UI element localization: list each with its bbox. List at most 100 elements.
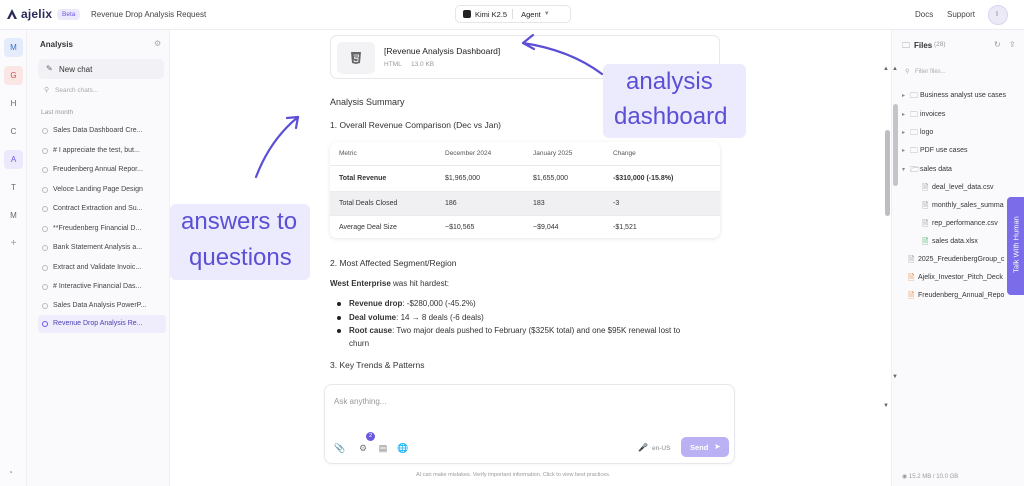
chat-icon bbox=[42, 265, 48, 271]
sidebar: Analysis ⚙ ✎ New chat ⚲ Search chats... … bbox=[27, 30, 170, 486]
folder-item[interactable]: ▸ 🗀 invoices bbox=[902, 109, 1022, 123]
chat-item-label: Contract Extraction and Su... bbox=[53, 205, 143, 212]
chat-item[interactable]: # Interactive Financial Das... bbox=[38, 278, 166, 296]
avatar[interactable]: I bbox=[988, 5, 1008, 25]
filter-files-input[interactable]: ⚲ Filter files... bbox=[902, 66, 1020, 80]
file-label: sales data.xlsx bbox=[932, 238, 978, 245]
chat-item[interactable]: Sales Data Dashboard Cre... bbox=[38, 122, 166, 140]
new-chat-button[interactable]: ✎ New chat bbox=[38, 59, 164, 79]
rail-item-t[interactable]: T bbox=[4, 178, 23, 197]
talk-with-human-label: Talk With Human bbox=[1011, 216, 1021, 273]
chat-item-label: Revenue Drop Analysis Re... bbox=[53, 320, 143, 327]
file-label: Freudenberg_Annual_Repo bbox=[918, 292, 1005, 299]
avatar-initial: I bbox=[996, 11, 998, 18]
folder-item[interactable]: ▸ 🗀 PDF use cases bbox=[902, 145, 1022, 159]
file-item[interactable]: 🗎 deal_level_data.csv bbox=[922, 182, 1024, 196]
rail-item-a[interactable]: A bbox=[4, 150, 23, 169]
chat-item[interactable]: Bank Statement Analysis a... bbox=[38, 239, 166, 257]
add-workspace-button[interactable]: + bbox=[4, 234, 23, 253]
chat-item-label: Sales Data Analysis PowerP... bbox=[53, 302, 147, 309]
search-placeholder: Search chats... bbox=[55, 87, 99, 94]
chat-item-active[interactable]: Revenue Drop Analysis Re... bbox=[38, 315, 166, 333]
folder-label: invoices bbox=[920, 111, 946, 118]
folder-item-open[interactable]: ▾ 🗁sales data bbox=[902, 164, 1022, 178]
collapse-icon[interactable]: ◔ bbox=[8, 468, 13, 477]
csv-file-icon: 🗎 bbox=[922, 219, 929, 228]
chat-icon bbox=[42, 167, 48, 173]
model-selector[interactable]: Kimi K2.5 Agent ▼ bbox=[455, 5, 571, 23]
chat-item[interactable]: Contract Extraction and Su... bbox=[38, 200, 166, 218]
section-label: Last month bbox=[41, 109, 74, 116]
chat-item-label: **Freudenberg Financial D... bbox=[53, 225, 142, 232]
pdf-file-icon: 🗎 bbox=[908, 291, 915, 300]
arrow-to-dashboard bbox=[521, 41, 604, 76]
ajelix-logo[interactable]: ajelix bbox=[5, 7, 52, 21]
support-link[interactable]: Support bbox=[947, 10, 975, 19]
scrollbar-thumb[interactable] bbox=[893, 104, 898, 186]
sidebar-title: Analysis bbox=[40, 40, 73, 49]
chat-item[interactable]: Sales Data Analysis PowerP... bbox=[38, 297, 166, 315]
upload-icon[interactable]: ⇪ bbox=[1009, 40, 1016, 49]
docs-link[interactable]: Docs bbox=[915, 10, 933, 19]
scroll-up-icon[interactable]: ▲ bbox=[883, 66, 889, 72]
chat-item[interactable]: Extract and Validate Invoic... bbox=[38, 259, 166, 277]
folder-item[interactable]: ▸ 🗀 logo bbox=[902, 127, 1022, 141]
mode-name: Agent bbox=[521, 9, 541, 19]
pptx-file-icon: 🗎 bbox=[908, 273, 915, 282]
folder-icon: 🗀 bbox=[902, 41, 910, 50]
chat-icon bbox=[42, 303, 48, 309]
file-label: deal_level_data.csv bbox=[932, 184, 994, 191]
chat-icon bbox=[42, 226, 48, 232]
gear-icon[interactable]: ⚙ bbox=[154, 39, 161, 48]
folder-icon: 🗀 bbox=[910, 146, 918, 155]
rail-item-h[interactable]: H bbox=[4, 94, 23, 113]
chat-item-label: # Interactive Financial Das... bbox=[53, 283, 142, 290]
pdf-file-icon: 🗎 bbox=[908, 255, 915, 264]
workspace-rail: M G H C A T M + ◔ bbox=[0, 30, 27, 486]
chat-item-label: Extract and Validate Invoic... bbox=[53, 264, 142, 271]
search-icon: ⚲ bbox=[44, 87, 50, 94]
folder-icon: 🗀 bbox=[910, 128, 918, 137]
folder-label: sales data bbox=[920, 166, 952, 173]
rail-item-m2[interactable]: M bbox=[4, 206, 23, 225]
files-title: 🗀 Files bbox=[902, 40, 932, 54]
folder-item[interactable]: ▸ 🗀 Business analyst use cases bbox=[902, 90, 1022, 104]
chat-icon bbox=[42, 321, 48, 327]
chat-item[interactable]: **Freudenberg Financial D... bbox=[38, 220, 166, 238]
search-chats-input[interactable]: ⚲ Search chats... bbox=[38, 83, 164, 99]
chevron-down-icon: ▼ bbox=[543, 11, 550, 17]
excel-file-icon: 🗎 bbox=[922, 237, 929, 246]
annotation-dashboard-line2: dashboard bbox=[614, 103, 728, 130]
logo-mark-icon bbox=[7, 9, 17, 19]
filter-placeholder: Filter files... bbox=[915, 69, 946, 75]
rail-item-m[interactable]: M bbox=[4, 38, 23, 57]
chat-icon bbox=[42, 245, 48, 251]
talk-with-human-button[interactable]: Talk With Human bbox=[1007, 197, 1024, 295]
divider bbox=[512, 9, 514, 19]
chevron-down-icon: ▾ bbox=[902, 167, 906, 173]
file-label: 2025_FreudenbergGroup_c bbox=[918, 256, 1005, 263]
kimi-icon bbox=[463, 10, 471, 18]
rail-item-c[interactable]: C bbox=[4, 122, 23, 141]
scrollbar-thumb[interactable] bbox=[885, 130, 890, 216]
scroll-down-icon[interactable]: ▼ bbox=[883, 403, 889, 409]
scroll-down-icon[interactable]: ▼ bbox=[892, 374, 898, 380]
chat-icon bbox=[42, 128, 48, 134]
logo-text: ajelix bbox=[21, 7, 53, 21]
refresh-icon[interactable]: ↻ bbox=[994, 40, 1001, 49]
chat-icon bbox=[42, 148, 48, 154]
top-bar: ajelix Beta Revenue Drop Analysis Reques… bbox=[0, 0, 1024, 30]
storage-usage: ◉ 15.2 MB / 10.0 GB bbox=[902, 474, 959, 480]
chat-item[interactable]: Veloce Landing Page Design bbox=[38, 181, 166, 199]
chevron-right-icon: ▸ bbox=[902, 130, 906, 136]
beta-badge: Beta bbox=[57, 9, 81, 20]
arrow-to-summary bbox=[254, 115, 300, 179]
chat-item-label: Sales Data Dashboard Cre... bbox=[53, 127, 143, 134]
chat-item[interactable]: Freudenberg Annual Repor... bbox=[38, 161, 166, 179]
chat-item[interactable]: # I appreciate the test, but... bbox=[38, 142, 166, 160]
rail-item-g[interactable]: G bbox=[4, 66, 23, 85]
folder-icon: 🗀 bbox=[910, 91, 918, 100]
scroll-up-icon[interactable]: ▲ bbox=[892, 66, 898, 72]
file-label: Ajelix_Investor_Pitch_Deck bbox=[918, 274, 1003, 281]
chat-icon bbox=[42, 284, 48, 290]
